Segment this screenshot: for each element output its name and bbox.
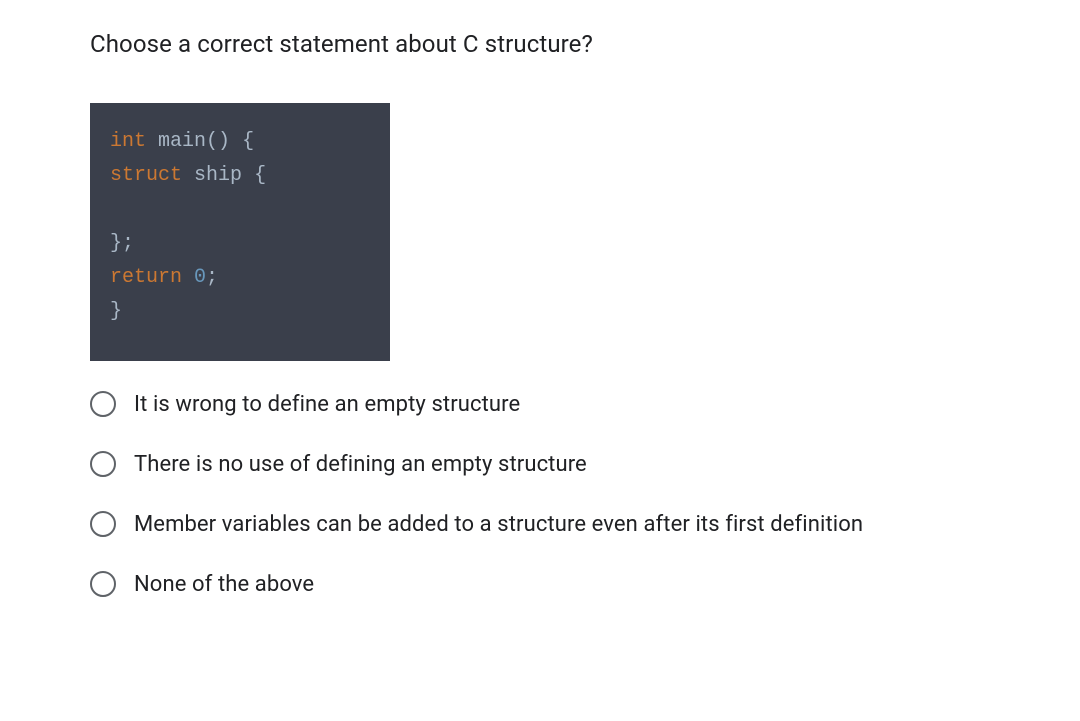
- code-token: 0: [194, 266, 206, 289]
- option-label: There is no use of defining an empty str…: [134, 452, 587, 477]
- option-0[interactable]: It is wrong to define an empty structure: [90, 391, 990, 417]
- question-container: Choose a correct statement about C struc…: [90, 30, 990, 597]
- radio-icon[interactable]: [90, 571, 116, 597]
- code-token: {: [254, 164, 266, 187]
- code-token: [182, 164, 194, 187]
- question-text: Choose a correct statement about C struc…: [90, 30, 990, 58]
- code-line: int main() {: [110, 125, 370, 159]
- code-token: int: [110, 130, 146, 153]
- code-token: struct: [110, 164, 182, 187]
- code-token: [230, 130, 242, 153]
- option-1[interactable]: There is no use of defining an empty str…: [90, 451, 990, 477]
- code-token: ship: [194, 164, 242, 187]
- code-line: }: [110, 295, 370, 329]
- code-line: [110, 193, 370, 227]
- radio-icon[interactable]: [90, 451, 116, 477]
- code-token: main: [158, 130, 206, 153]
- code-token: }: [110, 300, 122, 323]
- code-line: struct ship {: [110, 159, 370, 193]
- code-line: };: [110, 227, 370, 261]
- radio-icon[interactable]: [90, 511, 116, 537]
- radio-icon[interactable]: [90, 391, 116, 417]
- code-token: ;: [206, 266, 218, 289]
- code-token: };: [110, 232, 134, 255]
- code-token: return: [110, 266, 182, 289]
- code-token: {: [242, 130, 254, 153]
- options-list: It is wrong to define an empty structure…: [90, 391, 990, 597]
- code-token: (): [206, 130, 230, 153]
- code-token: [146, 130, 158, 153]
- option-label: None of the above: [134, 572, 314, 597]
- option-label: It is wrong to define an empty structure: [134, 392, 520, 417]
- option-2[interactable]: Member variables can be added to a struc…: [90, 511, 990, 537]
- code-token: [182, 266, 194, 289]
- code-line: return 0;: [110, 261, 370, 295]
- option-3[interactable]: None of the above: [90, 571, 990, 597]
- code-token: [242, 164, 254, 187]
- code-block: int main() {struct ship { };return 0;}: [90, 103, 390, 361]
- option-label: Member variables can be added to a struc…: [134, 512, 863, 537]
